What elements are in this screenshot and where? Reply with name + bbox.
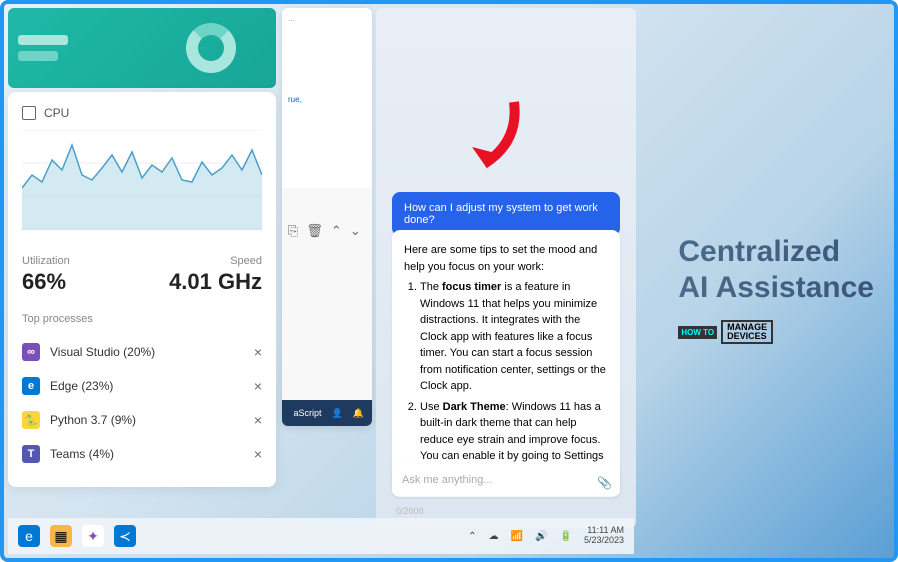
process-row: 🐍Python 3.7 (9%)×: [22, 403, 262, 437]
ai-panel: How can I adjust my system to get work d…: [376, 8, 636, 528]
close-icon[interactable]: ×: [254, 446, 262, 462]
copy-icon[interactable]: ⎘: [288, 223, 298, 239]
volume-icon[interactable]: 🔊: [535, 531, 547, 542]
wifi-icon[interactable]: 📶: [511, 531, 523, 542]
taskbar-edge-icon[interactable]: e: [18, 525, 40, 547]
ai-tip-1: The focus timer is a feature in Windows …: [420, 279, 608, 395]
chevron-up-icon[interactable]: ⌃: [331, 223, 342, 239]
top-processes-label: Top processes: [22, 313, 262, 325]
cpu-icon: [22, 106, 36, 120]
bell-icon[interactable]: 🔔: [353, 408, 364, 419]
arrow-annotation: [444, 92, 534, 182]
taskbar-copilot-icon[interactable]: ✦: [82, 525, 104, 547]
utilization-value: 66%: [22, 269, 70, 295]
ai-reply: Here are some tips to set the mood and h…: [392, 230, 620, 497]
promo-text: Centralized AI Assistance HOW TO MANAGED…: [678, 234, 874, 344]
python-icon: 🐍: [22, 411, 40, 429]
code-snippet: ... rue,: [282, 8, 372, 188]
delete-icon[interactable]: 🗑: [306, 223, 323, 239]
taskbar-files-icon[interactable]: ▦: [50, 525, 72, 547]
char-count: 0/2000: [396, 506, 424, 516]
dashboard-widget: [8, 8, 276, 88]
process-row: TTeams (4%)×: [22, 437, 262, 471]
send-icon[interactable]: 📎: [597, 476, 612, 490]
cpu-chart: [22, 130, 262, 230]
promo-logo: HOW TO MANAGEDEVICES: [678, 320, 773, 344]
taskbar-date[interactable]: 5/23/2023: [584, 536, 624, 546]
speed-value: 4.01 GHz: [169, 269, 262, 295]
chevron-up-icon[interactable]: ⌃: [468, 531, 476, 542]
close-icon[interactable]: ×: [254, 344, 262, 360]
utilization-label: Utilization: [22, 255, 70, 267]
process-row: ∞Visual Studio (20%)×: [22, 335, 262, 369]
edge-icon: e: [22, 377, 40, 395]
teams-icon: T: [22, 445, 40, 463]
cpu-title: CPU: [44, 106, 69, 120]
language-label: aScript: [294, 408, 322, 418]
code-window: ... rue, ⎘ 🗑 ⌃ ⌄ aScript 👤 🔔: [282, 8, 372, 426]
cpu-card: CPU Utilization 66% Speed 4.01 GHz Top pro…: [8, 92, 276, 487]
visual-studio-icon: ∞: [22, 343, 40, 361]
taskbar-vscode-icon[interactable]: ≺: [114, 525, 136, 547]
close-icon[interactable]: ×: [254, 378, 262, 394]
process-row: eEdge (23%)×: [22, 369, 262, 403]
donut-chart-icon: [186, 23, 236, 73]
close-icon[interactable]: ×: [254, 412, 262, 428]
taskbar: e ▦ ✦ ≺ ⌃ ☁ 📶 🔊 🔋 11:11 AM5/23/2023: [8, 518, 634, 554]
cloud-icon[interactable]: ☁: [489, 531, 499, 542]
chevron-down-icon[interactable]: ⌄: [350, 223, 361, 239]
speed-label: Speed: [169, 255, 262, 267]
battery-icon[interactable]: 🔋: [560, 531, 572, 542]
ai-input[interactable]: Ask me anything...: [392, 464, 620, 496]
person-icon[interactable]: 👤: [332, 408, 343, 419]
